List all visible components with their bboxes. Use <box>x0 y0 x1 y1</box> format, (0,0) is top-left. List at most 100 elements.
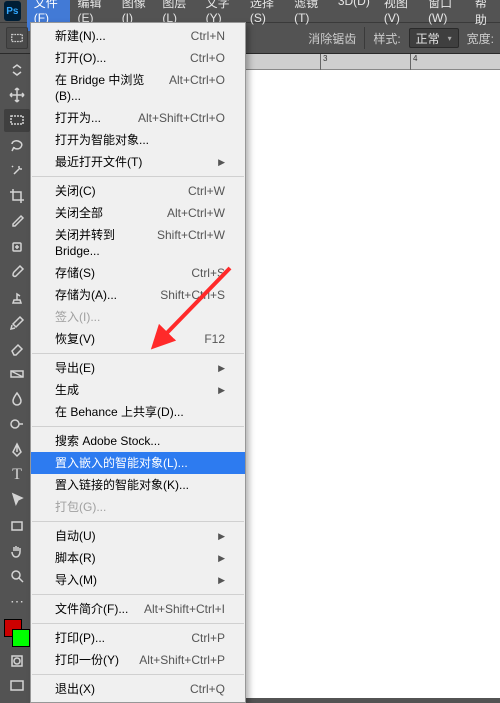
menu-item-label: 退出(X) <box>55 681 95 697</box>
style-dropdown[interactable]: 正常 ▾ <box>409 28 459 48</box>
menu-item[interactable]: 导出(E)▶ <box>31 357 245 379</box>
menu-item[interactable]: 打开(O)...Ctrl+O <box>31 47 245 69</box>
menu-item-label: 搜索 Adobe Stock... <box>55 433 160 449</box>
menu-item-label: 置入链接的智能对象(K)... <box>55 477 189 493</box>
menubar-item[interactable]: 窗口(W) <box>421 0 468 31</box>
zoom-tool[interactable] <box>4 565 30 588</box>
menu-item[interactable]: 在 Bridge 中浏览(B)...Alt+Ctrl+O <box>31 69 245 107</box>
menu-item-label: 新建(N)... <box>55 28 106 44</box>
menu-item: 打包(G)... <box>31 496 245 518</box>
clone-stamp-tool[interactable] <box>4 286 30 309</box>
menu-item[interactable]: 打印(P)... Ctrl+P <box>31 627 245 649</box>
menu-item-shortcut: Alt+Shift+Ctrl+O <box>138 110 225 126</box>
menu-item[interactable]: 恢复(V) F12 <box>31 328 245 350</box>
menu-separator <box>32 594 244 595</box>
magic-wand-tool[interactable] <box>4 159 30 182</box>
menu-separator <box>32 176 244 177</box>
menu-item[interactable]: 退出(X) Ctrl+Q <box>31 678 245 700</box>
menu-item-shortcut: Alt+Ctrl+W <box>167 205 225 221</box>
menu-item[interactable]: 文件简介(F)...Alt+Shift+Ctrl+I <box>31 598 245 620</box>
menu-item-label: 打开为智能对象... <box>55 132 149 148</box>
gradient-tool[interactable] <box>4 362 30 385</box>
menu-item[interactable]: 打印一份(Y)Alt+Shift+Ctrl+P <box>31 649 245 671</box>
menu-item[interactable]: 自动(U)▶ <box>31 525 245 547</box>
submenu-arrow-icon: ▶ <box>218 154 225 170</box>
rectangle-tool[interactable] <box>4 514 30 537</box>
blur-tool[interactable] <box>4 387 30 410</box>
menu-item[interactable]: 存储为(A)... Shift+Ctrl+S <box>31 284 245 306</box>
color-swatch[interactable] <box>4 619 30 647</box>
history-brush-tool[interactable] <box>4 311 30 334</box>
menu-separator <box>32 623 244 624</box>
antialias-label: 消除锯齿 <box>308 30 356 47</box>
menu-item[interactable]: 关闭(C) Ctrl+W <box>31 180 245 202</box>
menu-item[interactable]: 导入(M)▶ <box>31 569 245 591</box>
move-tool[interactable] <box>4 83 30 106</box>
type-tool[interactable]: T <box>4 463 30 486</box>
eyedropper-tool[interactable] <box>4 210 30 233</box>
screen-mode-tool[interactable] <box>4 675 30 698</box>
submenu-arrow-icon: ▶ <box>218 550 225 566</box>
lasso-tool[interactable] <box>4 134 30 157</box>
menu-item[interactable]: 存储(S)Ctrl+S <box>31 262 245 284</box>
menubar-item[interactable]: 选择(S) <box>243 0 287 31</box>
menu-item[interactable]: 关闭全部Alt+Ctrl+W <box>31 202 245 224</box>
menu-item-label: 打开为... <box>55 110 101 126</box>
toggle-panels-icon[interactable] <box>4 58 30 81</box>
menu-item[interactable]: 置入链接的智能对象(K)... <box>31 474 245 496</box>
brush-tool[interactable] <box>4 261 30 284</box>
menu-item-label: 关闭(C) <box>55 183 96 199</box>
path-selection-tool[interactable] <box>4 489 30 512</box>
menu-item[interactable]: 关闭并转到 Bridge...Shift+Ctrl+W <box>31 224 245 262</box>
menubar-item[interactable]: 3D(D) <box>331 0 377 31</box>
dodge-tool[interactable] <box>4 413 30 436</box>
menu-separator <box>32 426 244 427</box>
crop-tool[interactable] <box>4 185 30 208</box>
menu-item-label: 导出(E) <box>55 360 95 376</box>
current-tool-indicator[interactable] <box>6 27 28 49</box>
menubar-item[interactable]: 视图(V) <box>377 0 421 31</box>
healing-brush-tool[interactable] <box>4 235 30 258</box>
tool-options-icon[interactable]: ⋯ <box>4 590 30 613</box>
menu-item: 签入(I)... <box>31 306 245 328</box>
eraser-tool[interactable] <box>4 337 30 360</box>
pen-tool[interactable] <box>4 438 30 461</box>
menu-item-label: 在 Bridge 中浏览(B)... <box>55 72 169 104</box>
menubar-item[interactable]: 滤镜(T) <box>287 0 331 31</box>
style-label: 样式: <box>373 30 400 47</box>
menu-item-shortcut: Ctrl+Q <box>190 681 225 697</box>
menu-item[interactable]: 在 Behance 上共享(D)... <box>31 401 245 423</box>
menu-item-label: 打印(P)... <box>55 630 105 646</box>
hand-tool[interactable] <box>4 539 30 562</box>
menubar-item[interactable]: 帮助 <box>468 0 500 31</box>
menu-item-shortcut: Alt+Ctrl+O <box>169 72 225 104</box>
menu-item[interactable]: 新建(N)... Ctrl+N <box>31 25 245 47</box>
menu-item-label: 打包(G)... <box>55 499 106 515</box>
menu-item[interactable]: 脚本(R)▶ <box>31 547 245 569</box>
submenu-arrow-icon: ▶ <box>218 382 225 398</box>
menu-item-shortcut: Ctrl+W <box>188 183 225 199</box>
menu-item-label: 关闭并转到 Bridge... <box>55 227 157 259</box>
ruler-tick: 3 <box>320 54 327 70</box>
menu-item[interactable]: 最近打开文件(T)▶ <box>31 151 245 173</box>
menu-item-label: 导入(M) <box>55 572 97 588</box>
menu-item-label: 签入(I)... <box>55 309 100 325</box>
menu-item-label: 存储为(A)... <box>55 287 117 303</box>
background-color[interactable] <box>12 629 30 647</box>
quickmask-tool[interactable] <box>4 649 30 672</box>
menu-item-label: 生成 <box>55 382 79 398</box>
menu-item-shortcut: Ctrl+N <box>191 28 225 44</box>
menu-item-shortcut: Shift+Ctrl+S <box>160 287 225 303</box>
menu-item-shortcut: Alt+Shift+Ctrl+I <box>144 601 225 617</box>
menu-item[interactable]: 搜索 Adobe Stock... <box>31 430 245 452</box>
menu-item-label: 恢复(V) <box>55 331 95 347</box>
menu-item[interactable]: 置入嵌入的智能对象(L)... <box>31 452 245 474</box>
menu-item-shortcut: Alt+Shift+Ctrl+P <box>139 652 225 668</box>
menu-item[interactable]: 打开为智能对象... <box>31 129 245 151</box>
menu-item-shortcut: F12 <box>204 331 225 347</box>
menu-item-label: 自动(U) <box>55 528 96 544</box>
menu-item[interactable]: 打开为... Alt+Shift+Ctrl+O <box>31 107 245 129</box>
menu-item-shortcut: Ctrl+P <box>191 630 225 646</box>
menu-item[interactable]: 生成 ▶ <box>31 379 245 401</box>
marquee-tool[interactable] <box>4 109 30 132</box>
